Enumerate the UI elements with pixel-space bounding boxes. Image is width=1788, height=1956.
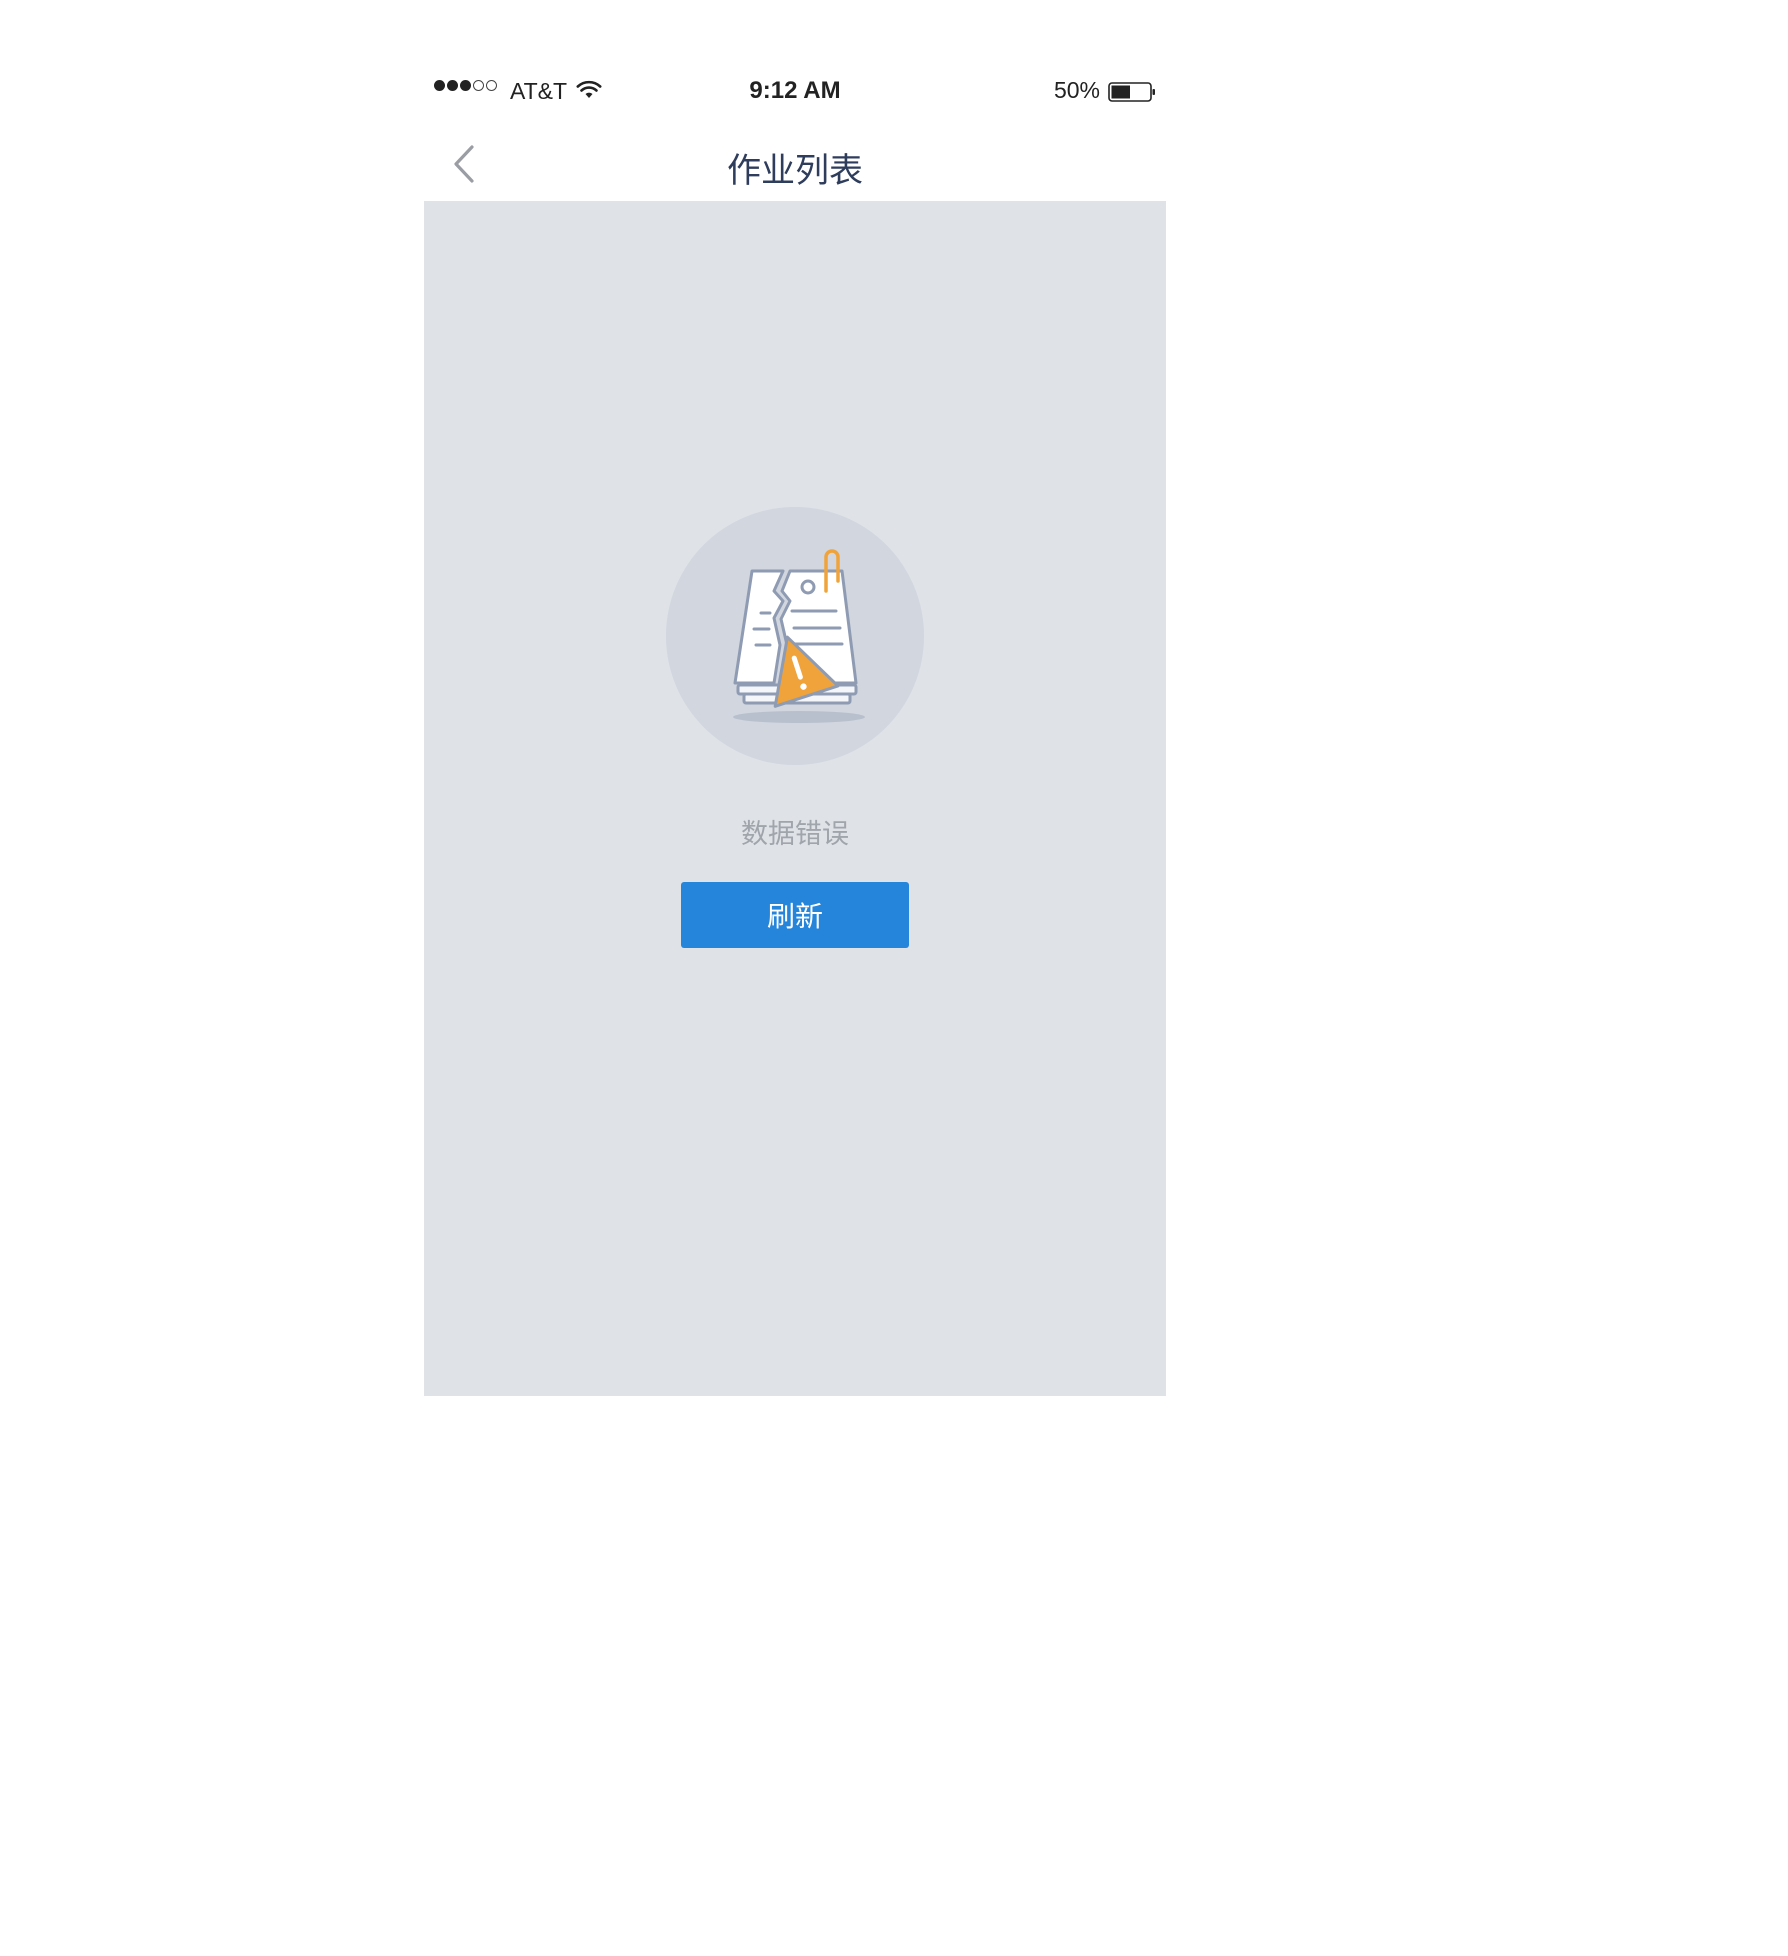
phone-screen: AT&T 9:12 AM 50% 作业列表 数据错误 刷新: [424, 60, 1166, 1396]
content-area: 数据错误 刷新: [424, 201, 1166, 1396]
broken-document-warning-icon: [666, 507, 924, 765]
battery-icon: [1108, 82, 1155, 102]
battery-percentage: 50%: [1053, 77, 1100, 103]
page-title: 作业列表: [727, 151, 863, 191]
navigation-bar: 作业列表: [424, 125, 1166, 201]
refresh-button[interactable]: 刷新: [681, 882, 909, 948]
status-bar: AT&T 9:12 AM 50%: [424, 60, 1166, 125]
error-message: 数据错误: [741, 819, 849, 850]
